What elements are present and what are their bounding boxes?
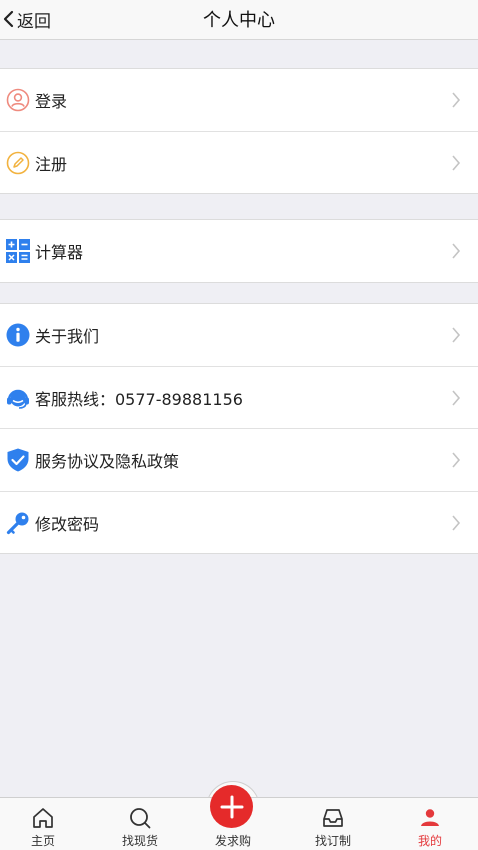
account-group: 登录 注册 [0, 68, 478, 194]
menu-item-service-agreement[interactable]: 服务协议及隐私政策 [0, 428, 478, 491]
menu-item-register[interactable]: 注册 [0, 131, 478, 193]
plus-icon [220, 795, 243, 818]
calculator-icon [6, 239, 30, 263]
tab-mine[interactable]: 我的 [382, 798, 478, 850]
person-icon [421, 809, 439, 826]
tab-label: 找订制 [314, 834, 351, 848]
info-group: 关于我们 客服热线：0577-89881156 服务协议及隐私政策 修改密码 [0, 303, 478, 554]
pencil-circle-icon [6, 151, 30, 175]
menu-item-label: 计算器 [35, 243, 84, 262]
nav-bar: 返回 个人中心 [0, 0, 478, 40]
tab-home[interactable]: 主页 [0, 798, 91, 850]
tab-label: 发求购 [214, 834, 251, 848]
search-icon [130, 808, 151, 829]
menu-item-calculator[interactable]: 计算器 [0, 220, 478, 282]
home-icon [33, 808, 53, 828]
menu-item-about[interactable]: 关于我们 [0, 304, 478, 366]
tab-find-custom[interactable]: 找订制 [285, 798, 381, 850]
chevron-right-icon [452, 92, 461, 108]
chevron-right-icon [452, 515, 461, 531]
menu-item-hotline[interactable]: 客服热线：0577-89881156 [0, 366, 478, 428]
info-icon [6, 323, 30, 347]
headset-icon [6, 386, 30, 410]
tab-label: 找现货 [121, 834, 158, 848]
menu-item-login[interactable]: 登录 [0, 69, 478, 131]
menu-item-label: 服务协议及隐私政策 [35, 452, 180, 471]
menu-item-label: 登录 [35, 92, 68, 111]
menu-item-label: 关于我们 [35, 327, 100, 346]
menu-item-label: 客服热线：0577-89881156 [35, 389, 243, 409]
post-request-button[interactable] [210, 785, 253, 828]
menu-item-label: 修改密码 [35, 514, 100, 534]
chevron-right-icon [452, 327, 461, 343]
chevron-right-icon [452, 155, 461, 171]
chevron-right-icon [452, 452, 461, 468]
key-icon [6, 511, 30, 535]
chevron-right-icon [452, 390, 461, 406]
chevron-right-icon [452, 243, 461, 259]
tab-find-stock[interactable]: 找现货 [92, 798, 188, 850]
tab-label: 我的 [417, 834, 442, 848]
menu-item-label: 注册 [35, 154, 68, 174]
tab-label: 主页 [30, 834, 55, 848]
tools-group: 计算器 [0, 219, 478, 283]
inbox-icon [323, 809, 343, 827]
page-title: 个人中心 [203, 10, 275, 31]
menu-item-change-password[interactable]: 修改密码 [0, 491, 478, 553]
shield-check-icon [6, 448, 30, 472]
user-circle-icon [6, 88, 30, 112]
